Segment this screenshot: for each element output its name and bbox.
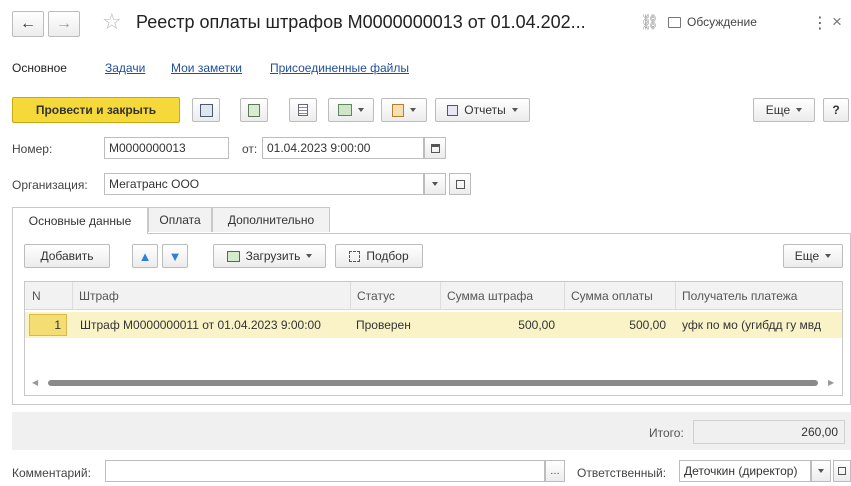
chat-icon: [668, 16, 681, 28]
column-header-fine-sum[interactable]: Сумма штрафа: [440, 282, 562, 310]
back-button[interactable]: ←: [12, 11, 44, 37]
organization-dropdown-button[interactable]: [424, 173, 446, 195]
chevron-down-icon: [432, 182, 438, 186]
arrow-up-icon: ▲: [138, 248, 152, 264]
more-actions-icon[interactable]: ⋮: [812, 13, 828, 33]
table-more-dropdown-button[interactable]: Еще: [783, 244, 843, 268]
column-header-n[interactable]: N: [26, 282, 68, 310]
post-and-close-button[interactable]: Провести и закрыть: [12, 97, 180, 123]
horizontal-scrollbar-thumb[interactable]: [48, 380, 818, 386]
calendar-button[interactable]: [424, 137, 446, 159]
reports-icon: [447, 104, 459, 116]
table-more-label: Еще: [794, 249, 820, 263]
chevron-down-icon: [818, 469, 824, 473]
select-icon: [349, 250, 361, 262]
calendar-icon: [430, 143, 440, 153]
number-label: Номер:: [12, 142, 53, 156]
discussion-button[interactable]: Обсуждение: [668, 15, 757, 29]
more-label: Еще: [765, 103, 791, 117]
nav-tab-notes[interactable]: Мои заметки: [171, 61, 242, 75]
column-header-status[interactable]: Статус: [350, 282, 438, 310]
cell-n[interactable]: 1: [29, 314, 67, 336]
reports-dropdown-button[interactable]: Отчеты: [435, 98, 530, 122]
help-button[interactable]: ?: [823, 98, 849, 122]
tab-additional[interactable]: Дополнительно: [212, 207, 330, 232]
tab-payment[interactable]: Оплата: [148, 207, 212, 232]
total-label: Итого:: [649, 426, 684, 440]
date-field[interactable]: 01.04.2023 9:00:00: [262, 137, 424, 159]
comment-field[interactable]: [105, 460, 545, 482]
responsible-field[interactable]: Деточкин (директор): [679, 460, 811, 482]
nav-tab-main[interactable]: Основное: [12, 61, 67, 75]
more-dropdown-button[interactable]: Еще: [753, 98, 815, 122]
load-dropdown-button[interactable]: Загрузить: [213, 244, 326, 268]
arrow-right-icon: →: [56, 15, 72, 32]
save-button[interactable]: [192, 98, 220, 122]
column-header-paid-sum[interactable]: Сумма оплаты: [564, 282, 672, 310]
move-up-button[interactable]: ▲: [132, 244, 158, 268]
link-icon[interactable]: ⛓: [640, 13, 659, 31]
discussion-label: Обсуждение: [687, 15, 757, 29]
arrow-down-icon: ▼: [168, 248, 182, 264]
total-value: 260,00: [693, 420, 845, 444]
cell-fine[interactable]: Штраф М0000000011 от 01.04.2023 9:00:00: [80, 312, 348, 338]
date-from-label: от:: [242, 142, 258, 156]
nav-tab-files[interactable]: Присоединенные файлы: [270, 61, 409, 75]
add-row-button[interactable]: Добавить: [24, 244, 110, 268]
chevron-down-icon: [358, 108, 364, 112]
number-field[interactable]: М0000000013: [104, 137, 229, 159]
cell-recipient[interactable]: уфк по мо (угибдд гу мвд: [682, 312, 840, 338]
load-icon: [226, 250, 240, 262]
nav-tab-tasks[interactable]: Задачи: [105, 61, 145, 75]
save-icon: [199, 103, 213, 117]
cell-status[interactable]: Проверен: [356, 312, 436, 338]
responsible-open-button[interactable]: [833, 460, 851, 482]
organization-field[interactable]: Мегатранс ООО: [104, 173, 424, 195]
nav-tabs: Основное Задачи Мои заметки Присоединенн…: [0, 52, 851, 86]
tab-main-data[interactable]: Основные данные: [12, 207, 148, 234]
scroll-left-arrow[interactable]: ◀: [32, 378, 38, 387]
close-icon[interactable]: ×: [832, 12, 842, 32]
open-icon: [455, 179, 465, 189]
move-down-button[interactable]: ▼: [162, 244, 188, 268]
chevron-down-icon: [511, 108, 518, 112]
structure-dropdown-button[interactable]: [328, 98, 374, 122]
post-document-icon: [248, 103, 260, 117]
responsible-label: Ответственный:: [577, 466, 667, 480]
create-based-dropdown-button[interactable]: [381, 98, 427, 122]
list-button[interactable]: [289, 98, 317, 122]
cell-fine-sum[interactable]: 500,00: [440, 312, 555, 338]
list-icon: [298, 104, 308, 116]
reports-label: Отчеты: [464, 103, 506, 117]
scroll-right-arrow[interactable]: ▶: [828, 378, 834, 387]
forward-button[interactable]: →: [48, 11, 80, 37]
favorite-star-icon[interactable]: ☆: [102, 9, 122, 35]
column-header-fine[interactable]: Штраф: [72, 282, 347, 310]
arrow-left-icon: ←: [20, 15, 36, 32]
select-button[interactable]: Подбор: [335, 244, 423, 268]
chevron-down-icon: [306, 254, 313, 258]
create-based-icon: [392, 103, 404, 117]
organization-open-button[interactable]: [449, 173, 471, 195]
column-header-recipient[interactable]: Получатель платежа: [675, 282, 842, 310]
post-button[interactable]: [240, 98, 268, 122]
ellipsis-icon: …: [550, 465, 560, 477]
organization-label: Организация:: [12, 178, 88, 192]
select-label: Подбор: [366, 249, 409, 263]
comment-label: Комментарий:: [12, 466, 91, 480]
comment-expand-button[interactable]: …: [545, 460, 565, 482]
open-icon: [838, 467, 846, 475]
load-label: Загрузить: [245, 249, 301, 263]
chevron-down-icon: [410, 108, 416, 112]
title-bar: ← → ☆ Реестр оплаты штрафов М0000000013 …: [0, 0, 851, 48]
window-title: Реестр оплаты штрафов М0000000013 от 01.…: [136, 12, 586, 32]
chevron-down-icon: [825, 254, 832, 258]
chevron-down-icon: [796, 108, 803, 112]
responsible-dropdown-button[interactable]: [811, 460, 831, 482]
cell-paid-sum[interactable]: 500,00: [564, 312, 666, 338]
structure-icon: [338, 104, 352, 116]
